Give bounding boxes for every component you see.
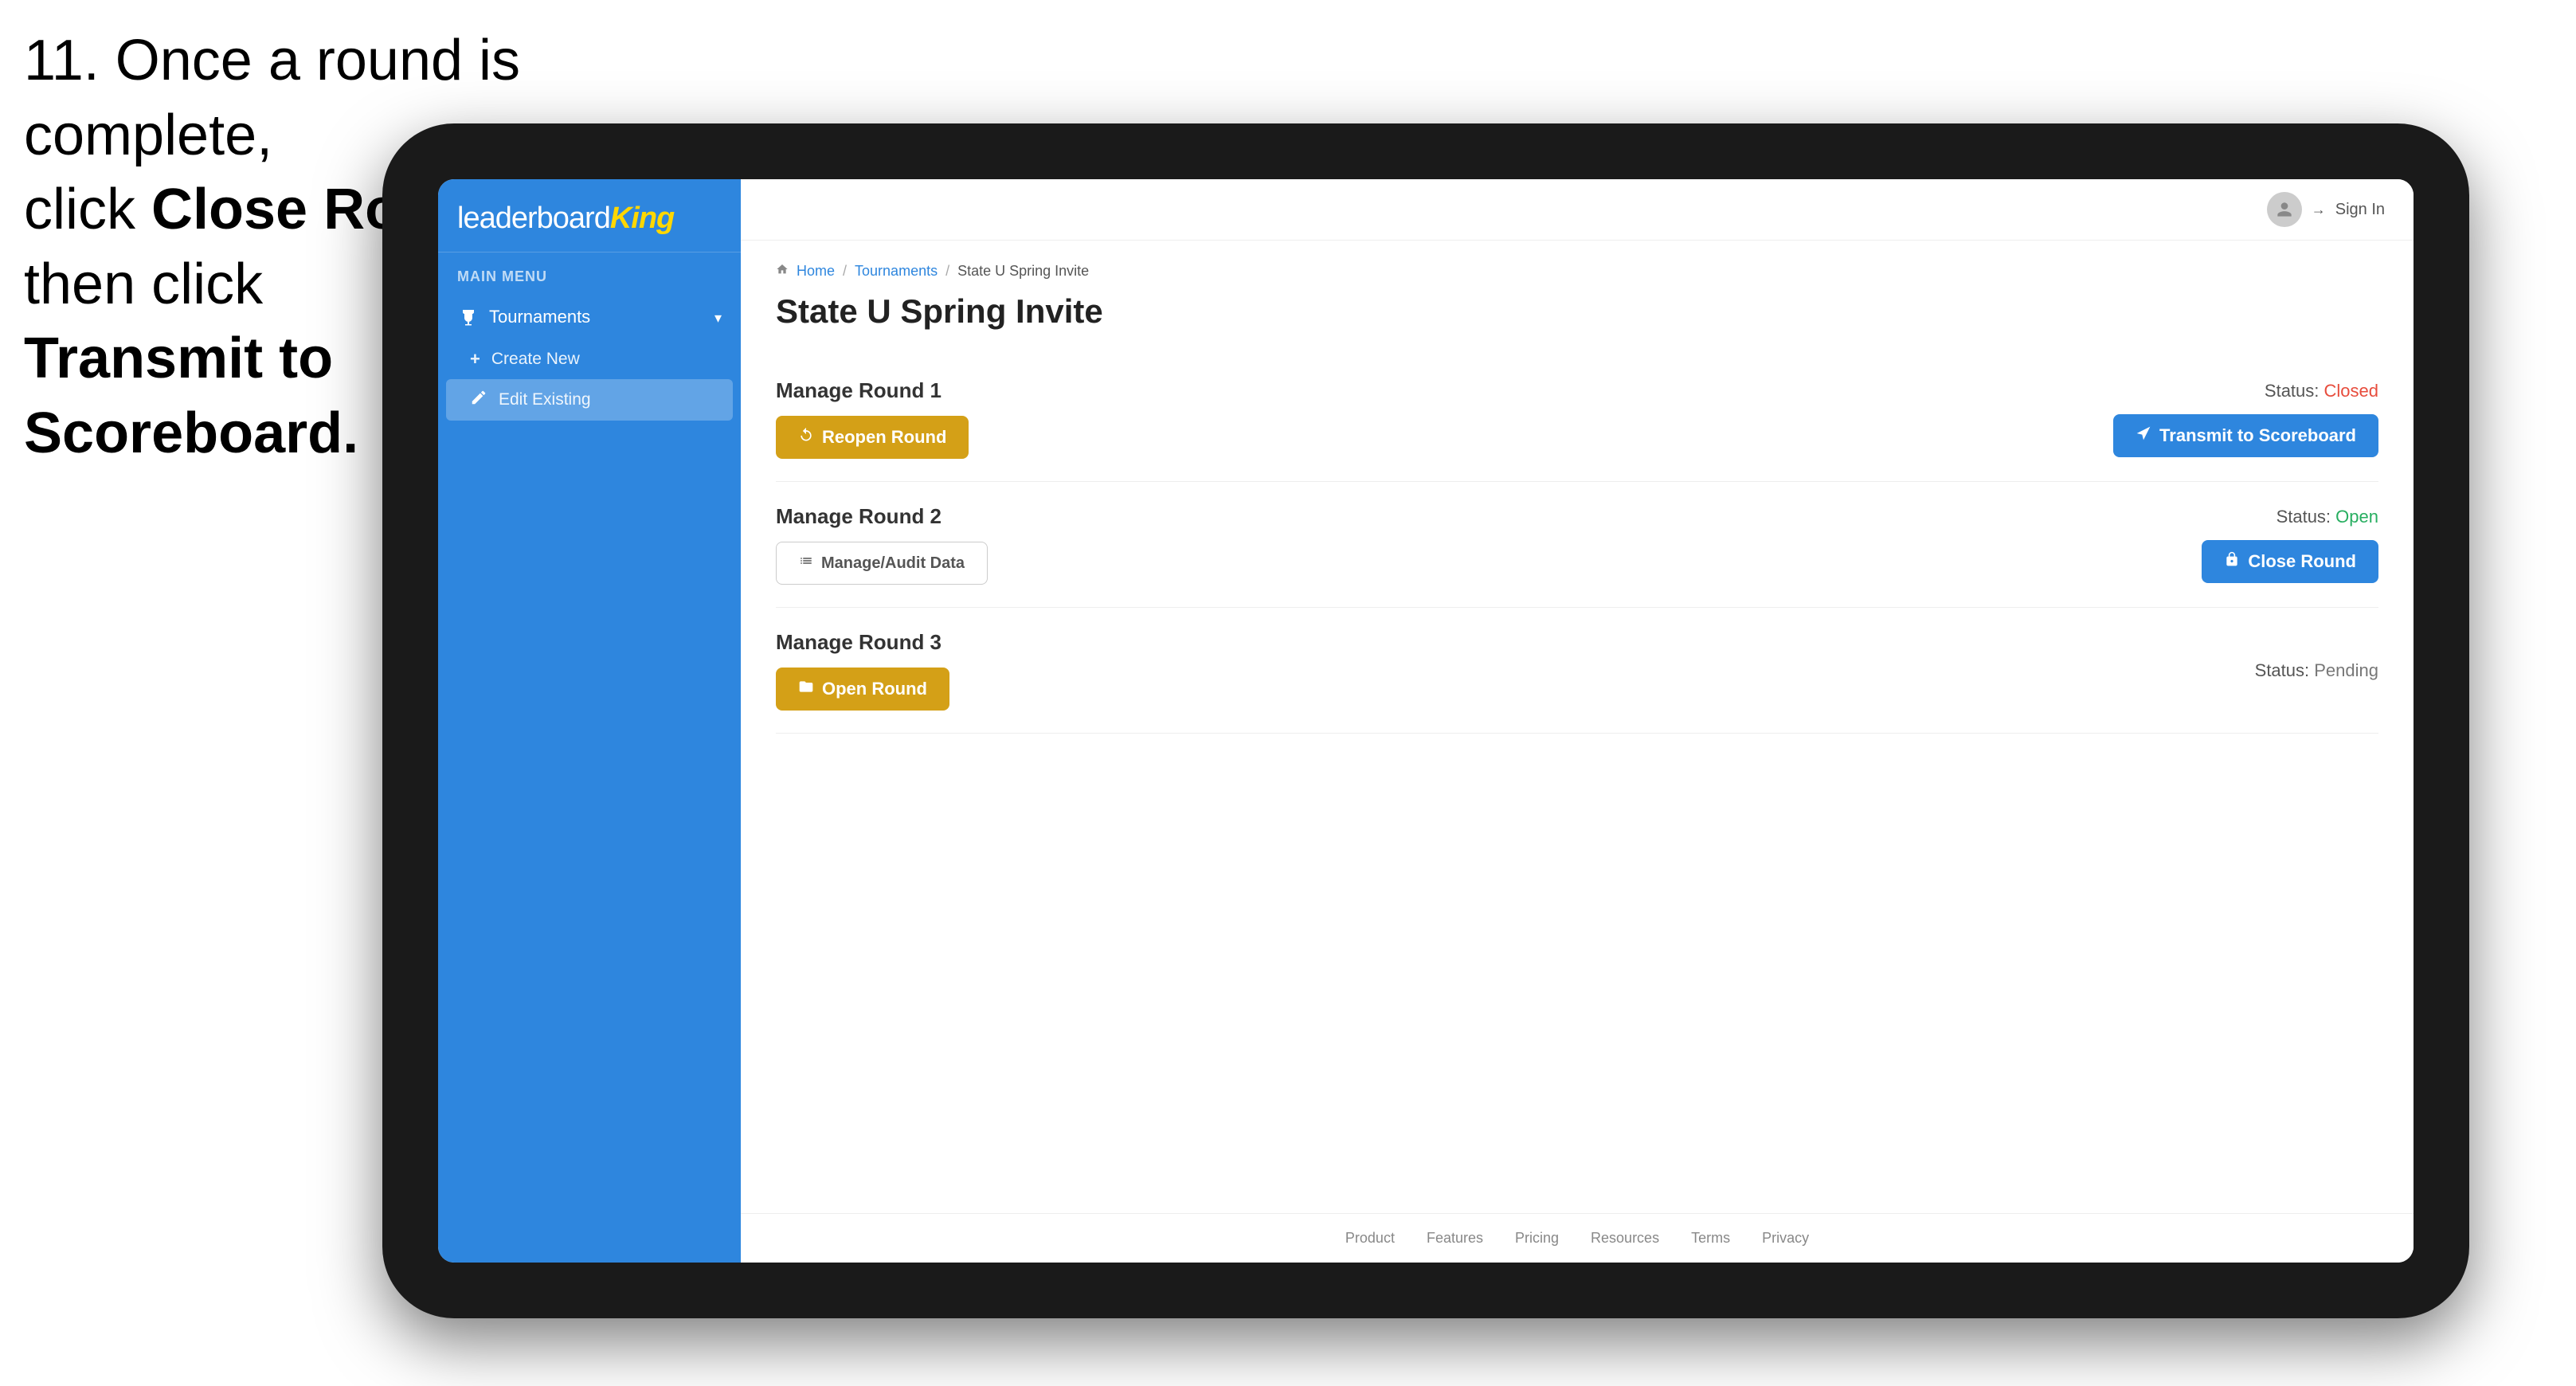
breadcrumb-tournaments[interactable]: Tournaments — [855, 263, 938, 280]
close-round-button[interactable]: Close Round — [2202, 540, 2378, 583]
footer-product[interactable]: Product — [1345, 1230, 1395, 1247]
logo-suffix: King — [610, 202, 674, 235]
plus-icon: + — [470, 349, 480, 370]
footer-resources[interactable]: Resources — [1591, 1230, 1659, 1247]
tournaments-nav-label: Tournaments — [489, 307, 590, 327]
page-title: State U Spring Invite — [776, 292, 2378, 331]
avatar — [2267, 192, 2302, 227]
logo-prefix: leaderboard — [457, 202, 610, 235]
instruction-line2: click — [24, 178, 151, 241]
transmit-icon — [2136, 425, 2151, 446]
sign-in-label: Sign In — [2335, 201, 2385, 219]
tablet-device: leaderboardKing MAIN MENU — [382, 123, 2469, 1318]
transmit-to-scoreboard-button[interactable]: Transmit to Scoreboard — [2113, 414, 2378, 457]
round-2-title: Manage Round 2 — [776, 504, 988, 529]
round-3-left: Manage Round 3 Open Round — [776, 630, 949, 711]
round-2-status-value: Open — [2335, 507, 2378, 527]
top-bar: → Sign In — [741, 179, 2414, 241]
breadcrumb-sep1: / — [843, 263, 847, 280]
sidebar-nav: MAIN MENU — [438, 253, 741, 437]
round-3-status-value: Pending — [2314, 660, 2378, 680]
round-3-card: Manage Round 3 Open Round Status: Pendin… — [776, 608, 2378, 734]
round-1-title: Manage Round 1 — [776, 378, 969, 403]
create-new-label: Create New — [491, 350, 580, 369]
close-round-icon — [2224, 551, 2240, 572]
footer-privacy[interactable]: Privacy — [1762, 1230, 1809, 1247]
sidebar-item-create-new[interactable]: + Create New — [438, 339, 741, 379]
manage-audit-data-button[interactable]: Manage/Audit Data — [776, 542, 988, 585]
round-3-title: Manage Round 3 — [776, 630, 949, 655]
sidebar-item-edit-existing[interactable]: Edit Existing — [446, 379, 733, 421]
page-content: Home / Tournaments / State U Spring Invi… — [741, 241, 2414, 1213]
round-3-right: Status: Pending — [2255, 660, 2378, 681]
main-menu-label: MAIN MENU — [438, 268, 741, 295]
breadcrumb: Home / Tournaments / State U Spring Invi… — [776, 263, 2378, 280]
transmit-label: Transmit to Scoreboard — [2159, 425, 2356, 446]
instruction-line3: then click — [24, 253, 263, 316]
reopen-icon — [798, 427, 814, 448]
open-round-icon — [798, 679, 814, 699]
close-round-label: Close Round — [2248, 551, 2356, 572]
sidebar-item-tournaments[interactable]: Tournaments — [438, 295, 741, 339]
signin-arrow-icon: → — [2312, 202, 2326, 218]
round-1-status: Status: Closed — [2265, 381, 2378, 401]
reopen-round-label: Reopen Round — [822, 427, 946, 448]
reopen-round-button[interactable]: Reopen Round — [776, 416, 969, 459]
open-round-label: Open Round — [822, 679, 927, 699]
footer-features[interactable]: Features — [1427, 1230, 1483, 1247]
footer-pricing[interactable]: Pricing — [1515, 1230, 1559, 1247]
open-round-button[interactable]: Open Round — [776, 668, 949, 711]
round-2-card: Manage Round 2 Manage/Audit Data Status:… — [776, 482, 2378, 608]
nav-item-left: Tournaments — [457, 306, 590, 328]
tablet-screen: leaderboardKing MAIN MENU — [438, 179, 2414, 1263]
round-2-left: Manage Round 2 Manage/Audit Data — [776, 504, 988, 585]
trophy-icon — [457, 306, 480, 328]
round-2-right: Status: Open Close Round — [2202, 507, 2378, 583]
logo: leaderboardKing — [457, 202, 722, 236]
audit-icon — [799, 554, 813, 573]
round-1-status-value: Closed — [2324, 381, 2378, 401]
round-2-status: Status: Open — [2277, 507, 2378, 527]
edit-icon — [470, 389, 487, 411]
breadcrumb-home-icon — [776, 263, 789, 280]
round-1-left: Manage Round 1 Reopen Round — [776, 378, 969, 459]
manage-audit-label: Manage/Audit Data — [821, 554, 965, 573]
chevron-down-icon — [714, 307, 722, 327]
sidebar: leaderboardKing MAIN MENU — [438, 179, 741, 1263]
sign-in-area[interactable]: → Sign In — [2267, 192, 2385, 227]
edit-existing-label: Edit Existing — [499, 390, 591, 409]
logo-area: leaderboardKing — [438, 179, 741, 253]
breadcrumb-sep2: / — [945, 263, 949, 280]
instruction-bold2: Transmit to Scoreboard. — [24, 327, 358, 465]
app-layout: leaderboardKing MAIN MENU — [438, 179, 2414, 1263]
breadcrumb-home[interactable]: Home — [797, 263, 835, 280]
footer-terms[interactable]: Terms — [1691, 1230, 1730, 1247]
footer: Product Features Pricing Resources Terms… — [741, 1213, 2414, 1263]
round-3-status: Status: Pending — [2255, 660, 2378, 681]
breadcrumb-current: State U Spring Invite — [957, 263, 1089, 280]
round-1-card: Manage Round 1 Reopen Round Status: Clos… — [776, 356, 2378, 482]
main-content: → Sign In Home / Tournaments / — [741, 179, 2414, 1263]
round-1-right: Status: Closed Transmit to Scoreboard — [2113, 381, 2378, 457]
